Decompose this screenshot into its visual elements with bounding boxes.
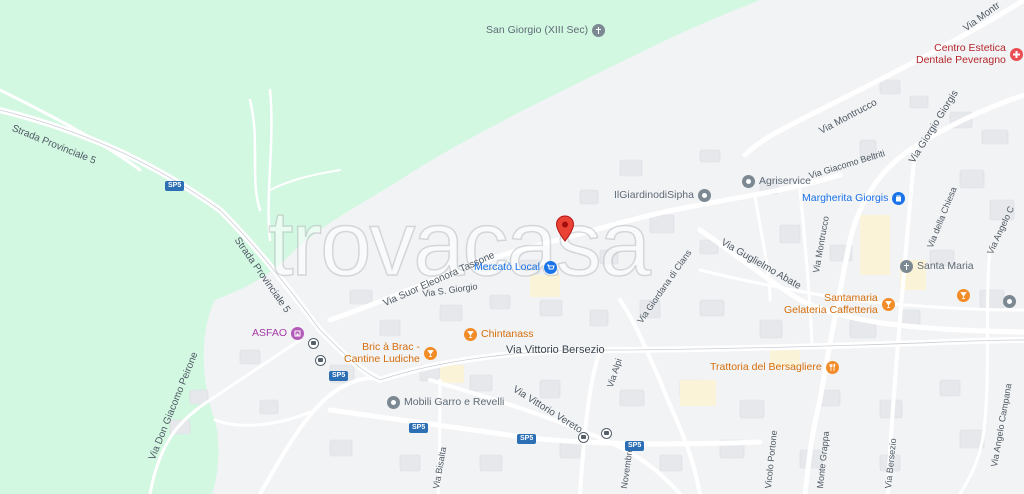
bus-stop-icon[interactable]: [315, 355, 326, 366]
shop-icon: [387, 396, 400, 409]
poi-label: Trattoria del Bersagliere: [710, 361, 822, 374]
poi-margherita[interactable]: Margherita Giorgis: [802, 192, 906, 205]
poi-label: Bric à Brac -: [362, 341, 420, 353]
poi-label: Margherita Giorgis: [802, 192, 889, 205]
route-shield: SP5: [625, 441, 645, 451]
fork-icon: [825, 361, 839, 374]
poi-label: Santamaria: [824, 292, 878, 304]
poi-label: Mercatò Local: [474, 261, 540, 274]
shop-icon: [1003, 295, 1016, 308]
cross-icon: [900, 260, 913, 273]
poi-unnamed-right[interactable]: [1003, 295, 1016, 308]
location-pin-icon[interactable]: [555, 215, 575, 243]
poi-label: ASFAO: [252, 327, 288, 340]
map-canvas[interactable]: trovacasa Strada Provinciale 5 Strada Pr…: [0, 0, 1024, 494]
poi-bar-unnamed[interactable]: [957, 289, 970, 302]
road-label: Via Vittorio Bersezio: [506, 344, 605, 356]
bus-stop-icon[interactable]: [578, 432, 589, 443]
poi-label: Dentale Peveragno: [916, 54, 1006, 67]
poi-label: Centro Estetica: [934, 42, 1006, 54]
poi-giardino[interactable]: IlGiardinodiSipha: [614, 189, 711, 202]
poi-label: Santa Maria: [917, 260, 974, 273]
poi-label: Gelateria Caffetteria: [784, 304, 878, 317]
poi-label: San Giorgio (XIII Sec): [486, 24, 589, 37]
poi-trattoria[interactable]: Trattoria del Bersagliere: [710, 361, 839, 374]
route-shield: SP5: [517, 434, 537, 444]
poi-label: Agriservice: [759, 175, 811, 188]
route-shield: SP5: [329, 371, 349, 381]
poi-centro-estetica[interactable]: Centro Estetica Dentale Peveragno: [916, 42, 1023, 66]
poi-santa-maria[interactable]: Santa Maria: [900, 260, 974, 273]
poi-label: Chintanass: [481, 328, 534, 341]
building-icon: [291, 327, 305, 340]
poi-san-giorgio[interactable]: San Giorgio (XIII Sec): [486, 24, 606, 37]
bus-stop-icon[interactable]: [308, 338, 319, 349]
glass-icon: [423, 346, 437, 360]
poi-label: IlGiardinodiSipha: [614, 189, 694, 202]
route-shield: SP5: [409, 423, 429, 433]
poi-agriservice[interactable]: Agriservice: [742, 175, 811, 188]
glass-icon: [464, 328, 477, 341]
bus-stop-icon[interactable]: [601, 428, 612, 439]
cart-icon: [543, 261, 557, 274]
poi-label: Cantine Ludiche: [344, 353, 420, 366]
route-shield: SP5: [165, 181, 185, 191]
poi-bric-a-brac[interactable]: Bric à Brac - Cantine Ludiche: [344, 341, 437, 365]
poi-asfao[interactable]: ASFAO: [252, 327, 305, 340]
shop-icon: [697, 189, 711, 202]
shop-icon: [742, 175, 755, 188]
cross-icon: [592, 24, 606, 37]
glass-icon: [881, 297, 895, 311]
poi-santamaria-gelateria[interactable]: Santamaria Gelateria Caffetteria: [784, 292, 895, 316]
poi-mobili[interactable]: Mobili Garro e Revelli: [387, 396, 504, 409]
poi-label: Mobili Garro e Revelli: [404, 396, 505, 409]
bag-icon: [892, 192, 906, 205]
poi-chintanass[interactable]: Chintanass: [464, 328, 534, 341]
glass-icon: [957, 289, 970, 302]
medical-icon: [1009, 47, 1023, 61]
watermark-logo: trovacasa: [267, 192, 651, 296]
poi-mercato[interactable]: Mercatò Local: [474, 261, 557, 274]
